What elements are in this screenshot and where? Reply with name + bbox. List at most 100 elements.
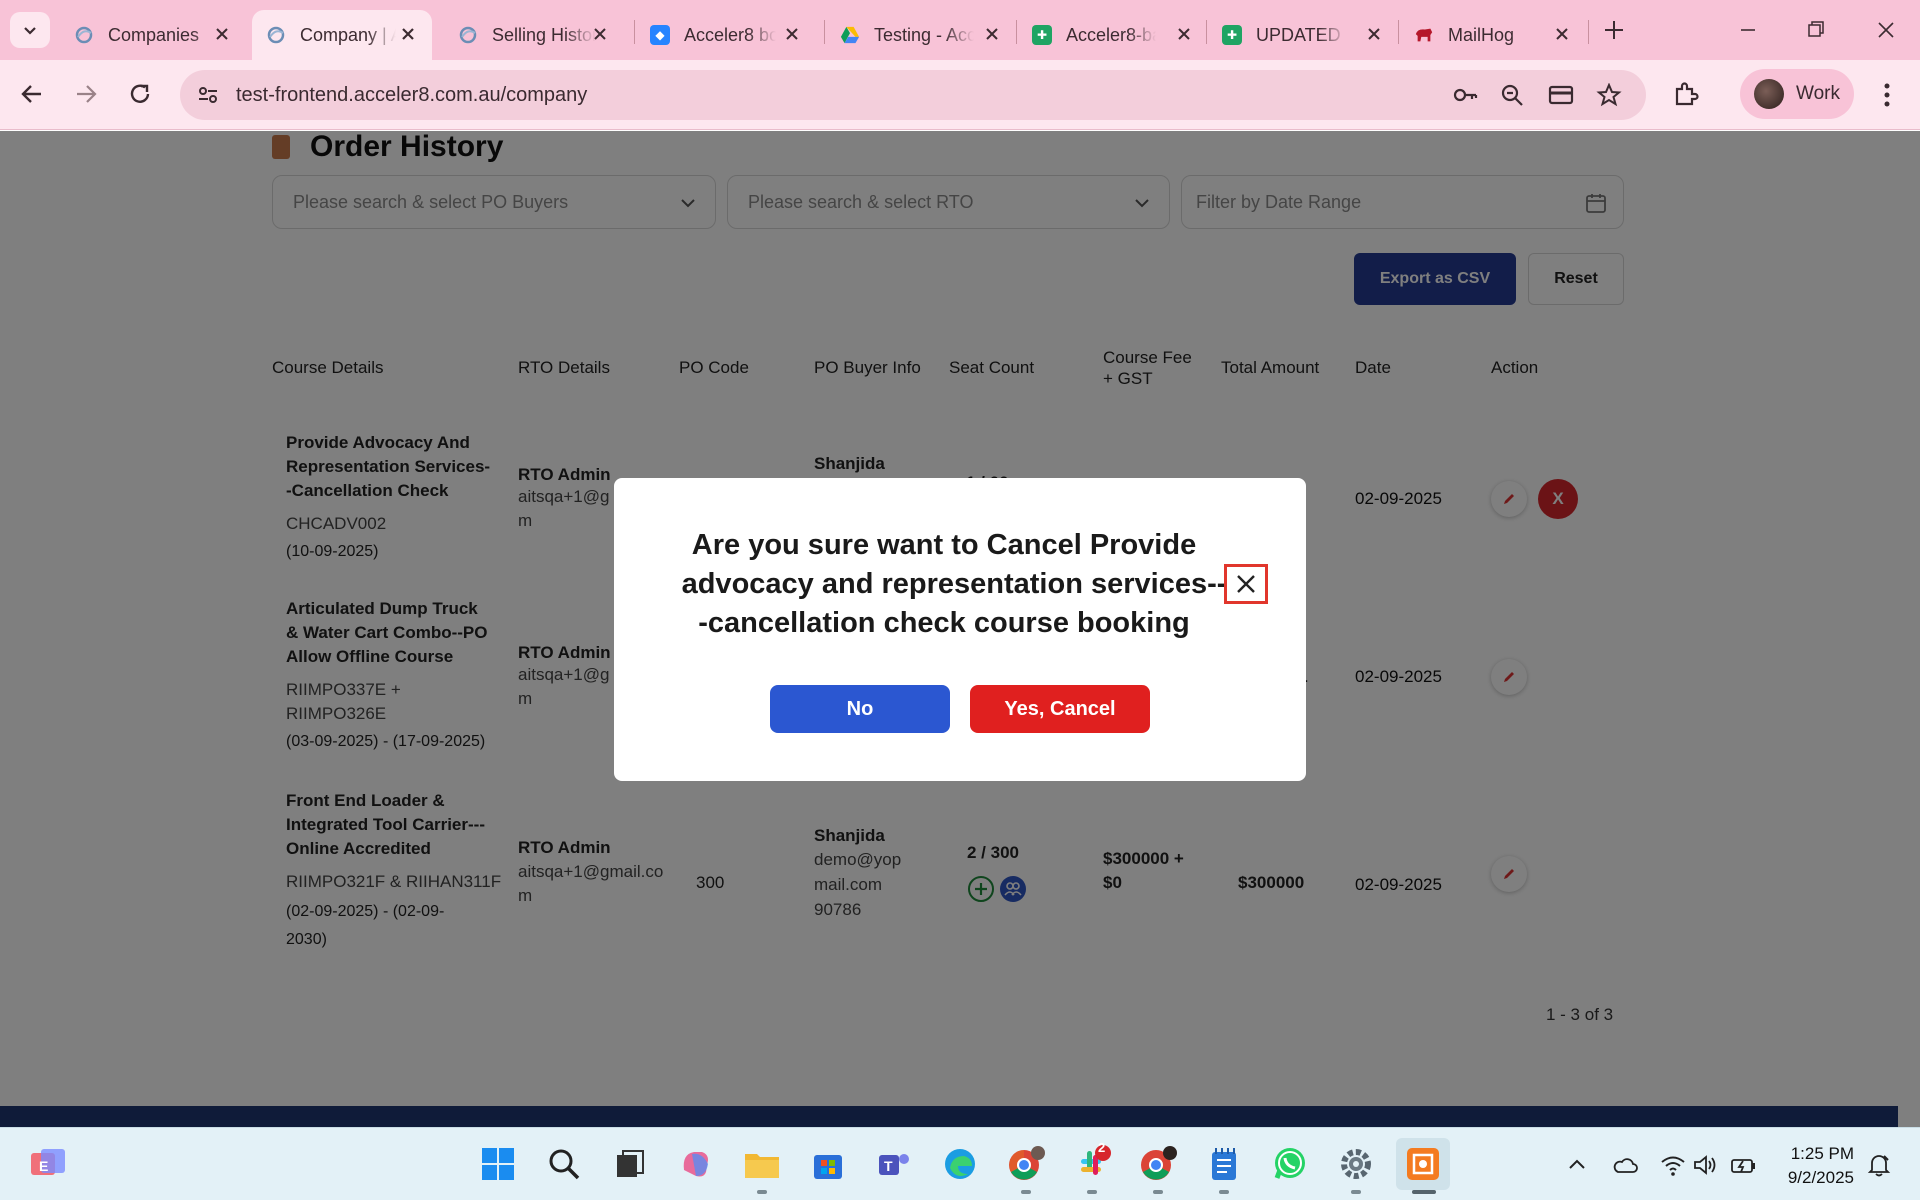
chevron-up-icon[interactable] [1564,1152,1590,1178]
cancel-confirm-modal: Are you sure want to Cancel Provide advo… [614,478,1306,781]
key-icon[interactable] [1452,83,1478,107]
teams-icon[interactable]: T [874,1144,914,1184]
extensions-button[interactable] [1668,76,1704,112]
chrome-profile-icon[interactable] [1006,1144,1046,1184]
profile-label: Work [1796,83,1840,104]
tab-search-button[interactable] [10,12,50,48]
running-indicator [1153,1190,1163,1194]
close-icon [1237,575,1255,593]
close-window-icon[interactable] [1872,16,1900,44]
settings-gear-icon[interactable] [1336,1144,1376,1184]
modal-message-line: Are you sure want to Cancel Provide [691,529,1197,561]
close-icon[interactable] [398,24,418,44]
modal-close-button[interactable] [1224,564,1268,604]
browser-tab-company[interactable]: Company | Acceler8 [252,10,432,60]
close-icon[interactable] [212,24,232,44]
arrow-right-icon [77,85,97,103]
whatsapp-icon[interactable] [1270,1144,1310,1184]
svg-text:E: E [39,1158,48,1174]
more-menu-icon[interactable] [1872,80,1902,110]
address-bar[interactable]: test-frontend.acceler8.com.au/company [180,70,1646,120]
tab-separator [634,20,635,44]
modal-message: Are you sure want to Cancel Provide advo… [654,526,1234,643]
tab-separator [824,20,825,44]
reload-button[interactable] [122,76,158,112]
tab-title: Selling History [492,24,596,45]
browser-tab-jira[interactable]: ◆ Acceler8 board [636,10,816,60]
snipping-tool-icon[interactable] [1396,1138,1450,1190]
chrome-work-icon[interactable] [1138,1144,1178,1184]
avatar [1754,79,1784,109]
close-icon[interactable] [1364,24,1384,44]
google-sheets-icon: ✚ [1032,25,1052,45]
running-indicator [1087,1190,1097,1194]
close-icon[interactable] [982,24,1002,44]
widgets-icon[interactable]: E [28,1144,68,1184]
notepad-icon[interactable] [1204,1144,1244,1184]
back-button[interactable] [14,76,50,112]
onedrive-cloud-icon[interactable] [1612,1152,1638,1178]
jira-icon: ◆ [650,25,670,45]
close-icon[interactable] [1174,24,1194,44]
running-indicator [757,1190,767,1194]
search-icon[interactable] [544,1144,584,1184]
new-tab-plus-icon[interactable] [1600,16,1628,44]
close-icon[interactable] [782,24,802,44]
close-icon[interactable] [590,24,610,44]
modal-message-line: advocacy and representation services-- [681,568,1227,600]
browser-toolbar: test-frontend.acceler8.com.au/company Wo… [0,60,1920,130]
no-button[interactable]: No [770,685,950,733]
tab-title: Company | Acceler8 [300,24,396,45]
browser-tab-sheets-testcases[interactable]: ✚ UPDATED test cases [1208,10,1398,60]
clock-date: 9/2/2025 [1787,1168,1854,1187]
tab-title: Companies [108,24,200,45]
tab-title: Acceler8-backlog [1066,24,1156,45]
edge-icon[interactable] [940,1144,980,1184]
copilot-icon[interactable] [676,1144,716,1184]
mailhog-icon [1414,25,1434,45]
profile-chip[interactable]: Work [1740,69,1854,119]
minimize-icon[interactable] [1734,16,1762,44]
browser-tab-companies[interactable]: Companies [60,10,246,60]
tab-separator [1206,20,1207,44]
volume-icon[interactable] [1692,1152,1718,1178]
browser-tab-selling-history[interactable]: Selling History [444,10,624,60]
tab-title: Testing - Acceler8 [874,24,974,45]
yes-cancel-button[interactable]: Yes, Cancel [970,685,1150,733]
google-sheets-icon: ✚ [1222,25,1242,45]
acceler8-logo-icon [266,25,286,45]
running-indicator [1351,1190,1361,1194]
tab-title: UPDATED test cases [1256,24,1346,45]
tab-title: Acceler8 board [684,24,776,45]
browser-tabstrip: Companies Company | Acceler8 Selling His… [0,0,1920,60]
browser-tab-sheets-backlog[interactable]: ✚ Acceler8-backlog [1018,10,1208,60]
zoom-icon[interactable] [1500,83,1526,107]
tab-separator [1588,20,1589,44]
taskbar: E T 2 1:25 PM 9/2/2025 [0,1127,1920,1200]
wifi-icon[interactable] [1660,1152,1686,1178]
notification-bell-icon[interactable] [1866,1152,1892,1178]
url-text: test-frontend.acceler8.com.au/company [236,84,588,106]
puzzle-icon [1675,82,1699,106]
task-view-icon[interactable] [610,1144,650,1184]
credit-card-icon[interactable] [1548,83,1574,107]
slack-icon[interactable]: 2 [1072,1140,1112,1184]
reload-icon [130,84,150,103]
microsoft-store-icon[interactable] [808,1144,848,1184]
acceler8-logo-icon [74,25,94,45]
bookmark-star-icon[interactable] [1596,83,1622,107]
file-explorer-icon[interactable] [742,1144,782,1184]
browser-tab-drive[interactable]: Testing - Acceler8 [826,10,1016,60]
tab-separator [1016,20,1017,44]
running-indicator [1219,1190,1229,1194]
close-icon[interactable] [1552,24,1572,44]
system-clock[interactable]: 1:25 PM 9/2/2025 [1774,1142,1854,1190]
running-indicator [1021,1190,1031,1194]
restore-window-icon[interactable] [1802,16,1830,44]
browser-tab-mailhog[interactable]: MailHog [1400,10,1586,60]
tab-separator [1398,20,1399,44]
forward-button[interactable] [68,76,104,112]
battery-charging-icon[interactable] [1730,1152,1756,1178]
windows-start-icon[interactable] [478,1144,518,1184]
site-settings-icon[interactable] [196,83,220,107]
